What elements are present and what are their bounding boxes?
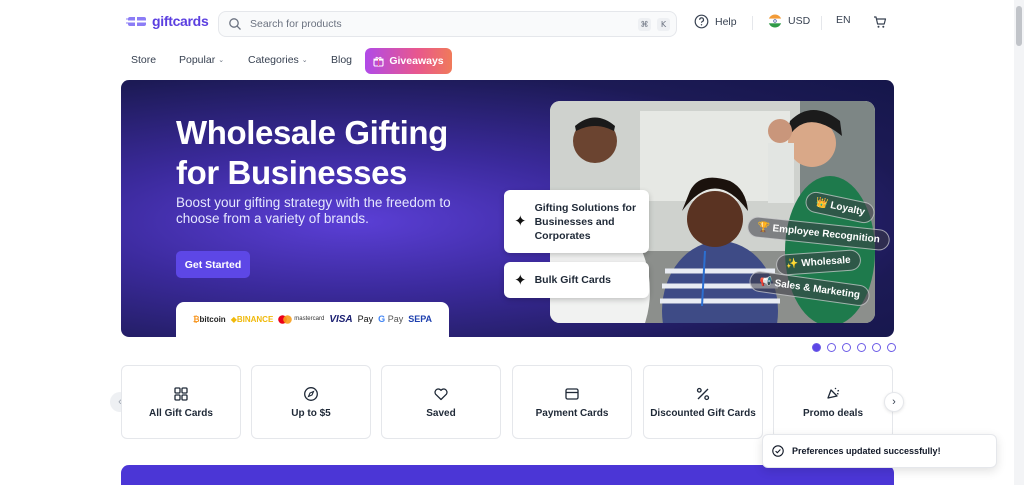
category-label: Up to $5 xyxy=(291,407,331,419)
crown-icon: 👑 xyxy=(814,196,829,211)
grid-icon xyxy=(174,386,188,401)
cart-button[interactable] xyxy=(873,15,887,29)
toast-notification: Preferences updated successfully! xyxy=(762,434,997,468)
sparkle-icon: ✦ xyxy=(514,272,527,289)
compass-icon xyxy=(304,386,318,401)
currency-label: USD xyxy=(788,15,811,27)
percent-icon xyxy=(696,387,710,400)
help-label: Help xyxy=(715,15,737,28)
carousel-next-button[interactable]: › xyxy=(884,392,904,412)
gift-icon xyxy=(373,56,384,67)
toast-message: Preferences updated successfully! xyxy=(792,446,941,456)
sparkle-icon: ✦ xyxy=(514,212,527,230)
cart-icon xyxy=(874,16,887,28)
nav-item-label: Categories xyxy=(248,54,299,66)
site-header: giftcards Search for products ⌘ K Help U… xyxy=(0,0,1024,48)
language-selector[interactable]: EN xyxy=(836,14,851,26)
header-divider xyxy=(752,16,753,30)
header-divider xyxy=(821,16,822,30)
secondary-banner[interactable] xyxy=(121,465,894,485)
hero-banner[interactable]: Wholesale Gifting for Businesses Boost y… xyxy=(121,80,894,337)
megaphone-icon: 📢 xyxy=(758,275,773,289)
carousel-dot[interactable] xyxy=(857,343,866,352)
carousel-pagination xyxy=(812,343,896,352)
help-link[interactable]: Help xyxy=(694,14,737,29)
binance-logo: ◆BINANCE xyxy=(230,314,274,324)
shortcut-key-cmd: ⌘ xyxy=(638,17,651,31)
category-payment-cards[interactable]: Payment Cards xyxy=(512,365,632,439)
carousel-dot[interactable] xyxy=(827,343,836,352)
nav-item-label: Blog xyxy=(331,54,353,66)
chevron-down-icon: ⌄ xyxy=(218,57,225,64)
get-started-button[interactable]: Get Started xyxy=(176,251,250,278)
shortcut-key-k: K xyxy=(657,17,670,31)
help-icon xyxy=(694,14,709,29)
search-input[interactable]: Search for products xyxy=(250,18,638,30)
hero-title: Wholesale Gifting for Businesses xyxy=(176,114,448,191)
visa-logo: VISA xyxy=(329,313,353,325)
category-label: Payment Cards xyxy=(535,407,609,419)
nav-item-label: Store xyxy=(131,54,157,66)
site-logo[interactable]: giftcards xyxy=(126,13,209,29)
mastercard-icon xyxy=(278,314,293,324)
gifting-solutions-label: Gifting Solutions for Businesses and Cor… xyxy=(534,201,637,242)
google-pay-logo: G Pay xyxy=(378,314,404,324)
apple-pay-logo: Pay xyxy=(357,314,374,324)
sepa-logo: SEPA xyxy=(408,314,433,324)
nav-item-store[interactable]: Store xyxy=(131,54,156,66)
wallet-icon xyxy=(565,387,579,400)
bitcoin-logo: ₿bitcoin xyxy=(192,314,226,324)
carousel-dot[interactable] xyxy=(872,343,881,352)
carousel-dot[interactable] xyxy=(812,343,821,352)
logo-text: giftcards xyxy=(152,13,209,29)
chevron-right-icon: › xyxy=(892,396,896,408)
payment-methods-strip: ₿bitcoin ◆BINANCE mastercard VISA Pay G … xyxy=(176,302,449,337)
category-label: All Gift Cards xyxy=(149,407,213,419)
category-all-gift-cards[interactable]: All Gift Cards xyxy=(121,365,241,439)
hero-subtitle: Boost your gifting strategy with the fre… xyxy=(176,195,451,226)
category-up-to-5[interactable]: Up to $5 xyxy=(251,365,371,439)
carousel-dot[interactable] xyxy=(842,343,851,352)
trophy-icon: 🏆 xyxy=(756,221,771,234)
promo-icon xyxy=(827,387,840,399)
carousel-dot[interactable] xyxy=(887,343,896,352)
page-scrollbar[interactable] xyxy=(1014,0,1024,485)
nav-item-label: Popular xyxy=(179,54,216,66)
check-circle-icon xyxy=(772,445,784,457)
currency-selector[interactable]: USD xyxy=(768,14,810,28)
bulk-gift-cards-card[interactable]: ✦ Bulk Gift Cards xyxy=(504,262,649,298)
category-label: Saved xyxy=(426,407,456,419)
category-saved[interactable]: Saved xyxy=(381,365,501,439)
heart-icon xyxy=(434,387,448,400)
flag-india-icon xyxy=(768,14,782,28)
search-icon xyxy=(229,18,241,30)
chevron-down-icon: ⌄ xyxy=(301,57,308,64)
category-promo-deals[interactable]: Promo deals xyxy=(773,365,893,439)
nav-item-popular[interactable]: Popular ⌄ xyxy=(179,54,224,66)
category-label: Promo deals xyxy=(802,407,864,419)
giveaways-button[interactable]: Giveaways xyxy=(365,48,452,74)
giveaways-label: Giveaways xyxy=(389,55,444,67)
gifting-solutions-card[interactable]: ✦ Gifting Solutions for Businesses and C… xyxy=(504,190,649,253)
nav-item-blog[interactable]: Blog xyxy=(331,54,352,66)
language-label: EN xyxy=(836,14,851,26)
sparkles-icon: ✨ xyxy=(785,258,799,271)
gift-card-logo-icon xyxy=(126,17,146,26)
mastercard-logo: mastercard xyxy=(278,314,324,324)
category-label: Discounted Gift Cards xyxy=(650,407,756,419)
search-bar[interactable]: Search for products ⌘ K xyxy=(218,11,677,37)
category-discounted-gift-cards[interactable]: Discounted Gift Cards xyxy=(643,365,763,439)
bulk-gift-cards-label: Bulk Gift Cards xyxy=(534,274,612,286)
scrollbar-thumb[interactable] xyxy=(1016,6,1022,46)
nav-item-categories[interactable]: Categories ⌄ xyxy=(248,54,308,66)
